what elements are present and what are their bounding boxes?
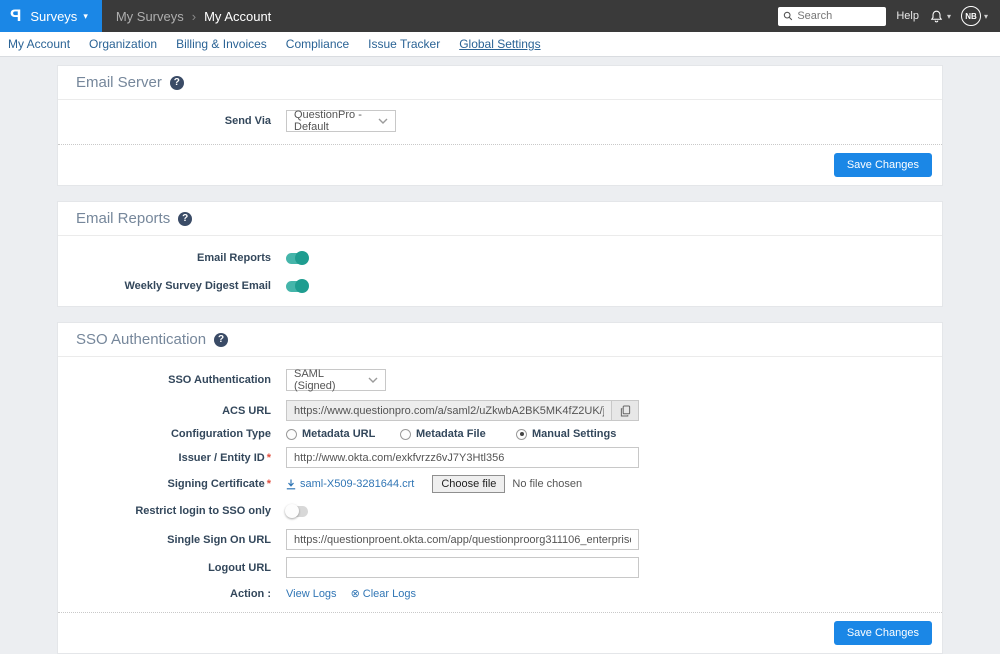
- configuration-type-label: Configuration Type: [170, 428, 271, 440]
- breadcrumb: My Surveys › My Account: [102, 0, 271, 32]
- bell-icon: [929, 9, 944, 24]
- acs-url-input[interactable]: [286, 400, 611, 421]
- signing-certificate-label: Signing Certificate *: [167, 478, 271, 490]
- search-icon: [783, 11, 793, 21]
- email-server-title: Email Server: [76, 74, 162, 91]
- acs-url-label: ACS URL: [222, 404, 271, 417]
- copy-icon: [620, 404, 631, 417]
- email-reports-section: Email Reports ? Email Reports Weekly Sur…: [57, 201, 943, 307]
- email-server-section: Email Server ? Send Via QuestionPro - De…: [57, 65, 943, 186]
- send-via-label: Send Via: [224, 115, 271, 127]
- chevron-down-icon: ▾: [983, 11, 988, 21]
- clear-logs-link[interactable]: ⊗ Clear Logs: [350, 587, 416, 601]
- radio-icon: [286, 428, 297, 440]
- breadcrumb-current: My Account: [204, 8, 272, 24]
- help-circle-icon[interactable]: ?: [214, 332, 229, 347]
- single-sign-on-url-label: Single Sign On URL: [167, 533, 271, 546]
- radio-metadata-url-label: Metadata URL: [302, 428, 376, 440]
- help-link[interactable]: Help: [896, 10, 919, 22]
- restrict-sso-toggle[interactable]: [285, 504, 308, 518]
- account-menu[interactable]: NB ▾: [960, 6, 988, 26]
- weekly-digest-toggle-label: Weekly Survey Digest Email: [124, 280, 271, 292]
- action-label: Action :: [230, 587, 271, 600]
- radio-icon: [516, 428, 527, 440]
- send-via-select[interactable]: QuestionPro - Default: [286, 109, 396, 133]
- copy-button[interactable]: [611, 400, 639, 421]
- clear-circle-icon: ⊗: [350, 588, 360, 600]
- sso-title: SSO Authentication: [76, 331, 207, 348]
- sso-type-value: SAML (Signed): [294, 368, 336, 392]
- tab-my-account[interactable]: My Account: [8, 37, 70, 51]
- save-changes-button[interactable]: Save Changes: [833, 153, 932, 177]
- send-via-value: QuestionPro - Default: [294, 109, 362, 133]
- certificate-download-link[interactable]: saml-X509-3281644.crt: [286, 478, 414, 490]
- radio-metadata-url[interactable]: Metadata URL: [286, 428, 386, 440]
- chevron-down-icon: ▾: [946, 11, 951, 21]
- select-caret-icon: [368, 377, 378, 383]
- no-file-chosen-text: No file chosen: [512, 478, 583, 490]
- weekly-digest-toggle[interactable]: [286, 279, 309, 293]
- radio-metadata-file-label: Metadata File: [416, 428, 486, 440]
- search-box[interactable]: [778, 6, 887, 26]
- tab-billing-invoices[interactable]: Billing & Invoices: [176, 37, 267, 51]
- download-icon: [286, 479, 296, 490]
- sso-type-label: SSO Authentication: [168, 374, 271, 386]
- choose-file-button[interactable]: Choose file: [432, 475, 506, 493]
- search-input[interactable]: [797, 10, 882, 22]
- logout-url-input[interactable]: [286, 557, 639, 578]
- radio-manual-settings-label: Manual Settings: [532, 428, 617, 440]
- issuer-entity-id-label: Issuer / Entity ID *: [178, 451, 271, 464]
- sso-authentication-section: SSO Authentication ? SSO Authentication …: [57, 322, 943, 654]
- radio-metadata-file[interactable]: Metadata File: [400, 428, 502, 440]
- email-reports-title: Email Reports: [76, 210, 171, 227]
- single-sign-on-url-input[interactable]: [286, 529, 639, 550]
- certificate-file-name: saml-X509-3281644.crt: [300, 478, 415, 490]
- restrict-sso-label: Restrict login to SSO only: [135, 505, 271, 517]
- tab-compliance[interactable]: Compliance: [286, 37, 349, 51]
- questionpro-logo-icon: P: [10, 6, 22, 25]
- required-mark: *: [266, 451, 271, 464]
- notifications-menu[interactable]: ▾: [929, 9, 951, 24]
- view-logs-link[interactable]: View Logs: [286, 588, 337, 600]
- select-caret-icon: [378, 118, 388, 124]
- email-reports-toggle-label: Email Reports: [197, 252, 271, 264]
- radio-manual-settings[interactable]: Manual Settings: [516, 428, 616, 440]
- settings-tabbar: My Account Organization Billing & Invoic…: [0, 32, 1000, 57]
- issuer-entity-id-input[interactable]: [286, 447, 639, 468]
- clear-logs-label: Clear Logs: [362, 587, 416, 600]
- email-reports-toggle[interactable]: [286, 251, 309, 265]
- tab-global-settings[interactable]: Global Settings: [459, 37, 540, 51]
- avatar: NB: [960, 6, 981, 26]
- tab-organization[interactable]: Organization: [89, 37, 157, 51]
- logout-url-label: Logout URL: [208, 561, 271, 574]
- top-navbar: P Surveys ▾ My Surveys › My Account Help…: [0, 0, 1000, 32]
- tab-issue-tracker[interactable]: Issue Tracker: [368, 37, 440, 51]
- help-circle-icon[interactable]: ?: [169, 75, 184, 90]
- help-circle-icon[interactable]: ?: [178, 211, 193, 226]
- app-menu-label: Surveys: [30, 8, 78, 24]
- breadcrumb-parent[interactable]: My Surveys: [116, 9, 184, 24]
- breadcrumb-separator-icon: ›: [191, 8, 197, 24]
- sso-type-select[interactable]: SAML (Signed): [286, 368, 386, 392]
- save-changes-button[interactable]: Save Changes: [833, 621, 932, 645]
- radio-icon: [400, 428, 411, 440]
- required-mark: *: [266, 478, 271, 490]
- chevron-down-icon: ▾: [83, 10, 88, 21]
- app-switcher[interactable]: P Surveys ▾: [0, 0, 102, 32]
